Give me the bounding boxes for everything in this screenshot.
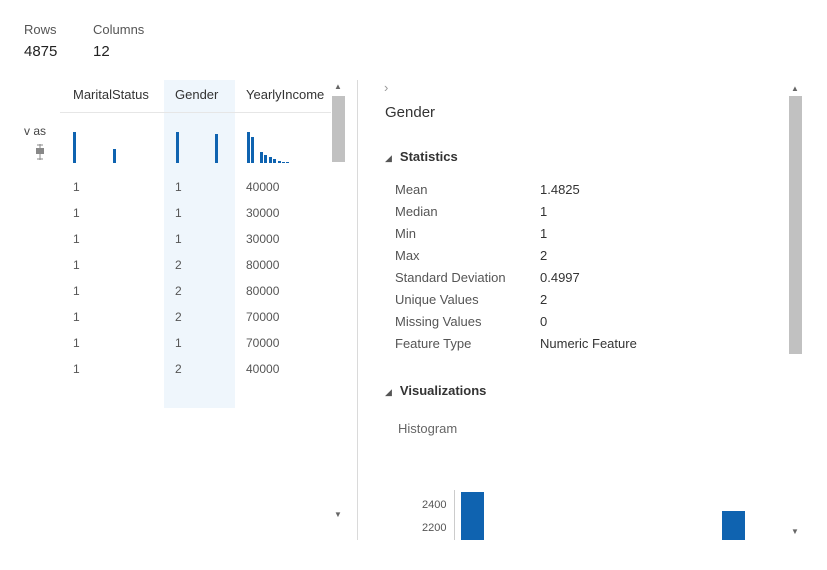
mini-bar [282, 162, 285, 163]
statistic-name: Unique Values [395, 292, 479, 307]
column-header-maritalstatus[interactable]: MaritalStatus [73, 87, 149, 102]
statistic-row: Mean 1.4825 [395, 182, 695, 202]
statistic-name: Max [395, 248, 420, 263]
rows-value: 4875 [24, 43, 58, 60]
gender-cell: 1 [175, 206, 182, 220]
visualizations-heading: Visualizations [399, 383, 487, 398]
mini-bar [215, 134, 218, 163]
scroll-down-icon[interactable]: ▼ [791, 528, 799, 536]
maritalstatus-cell: 1 [73, 258, 80, 272]
maritalstatus-cell: 1 [73, 336, 80, 350]
mini-bar [113, 149, 116, 163]
histogram-tick-label: 2400 [422, 499, 447, 511]
statistic-row: Max 2 [395, 248, 695, 268]
header-divider [60, 112, 331, 113]
statistic-row: Missing Values 0 [395, 314, 695, 334]
mini-bar [273, 159, 276, 163]
yearlyincome-cell: 70000 [246, 336, 280, 350]
maritalstatus-cell: 1 [73, 284, 80, 298]
statistic-name: Min [395, 226, 416, 241]
panel-scrollbar[interactable]: ▲ ▼ [788, 80, 803, 540]
panel-title: Gender [385, 104, 436, 121]
histogram-label: Histogram [398, 421, 458, 436]
statistic-row: Feature Type Numeric Feature [395, 336, 695, 356]
statistic-name: Mean [395, 182, 428, 197]
gender-cell: 2 [175, 258, 182, 272]
statistic-value: 2 [540, 248, 548, 263]
column-details-panel: › Gender ◢ Statistics Mean 1.4825 Median 1 Mi… [358, 80, 827, 540]
statistics-section-header[interactable]: ◢ Statistics [385, 149, 458, 164]
histogram-y-axis [454, 490, 455, 540]
mini-bar [73, 132, 76, 163]
yearlyincome-cell: 80000 [246, 258, 280, 272]
yearlyincome-cell: 70000 [246, 310, 280, 324]
yearlyincome-cell: 40000 [246, 362, 280, 376]
statistic-value: 0.4997 [540, 270, 580, 285]
statistic-value: 0 [540, 314, 548, 329]
visualizations-section-header[interactable]: ◢ Visualizations [385, 383, 486, 398]
mini-bar [260, 152, 263, 163]
maritalstatus-cell: 1 [73, 310, 80, 324]
gender-cell: 1 [175, 232, 182, 246]
grid-scrollbar[interactable]: ▲ ▼ [331, 80, 346, 524]
gender-cell: 2 [175, 284, 182, 298]
histogram-tick-label: 2200 [422, 522, 447, 534]
mini-bar [251, 137, 254, 163]
mini-bar [176, 132, 179, 163]
column-header-gender[interactable]: Gender [175, 87, 218, 102]
scroll-up-icon[interactable]: ▲ [791, 85, 799, 93]
mini-bar [286, 162, 289, 163]
scroll-up-icon[interactable]: ▲ [334, 83, 342, 91]
statistic-value: Numeric Feature [540, 336, 637, 351]
columns-stat: Columns 12 [93, 22, 144, 60]
rows-stat: Rows 4875 [24, 22, 57, 60]
statistic-name: Median [395, 204, 438, 219]
yearlyincome-cell: 30000 [246, 206, 280, 220]
maritalstatus-cell: 1 [73, 232, 80, 246]
chevron-right-icon[interactable]: › [384, 80, 388, 95]
statistic-name: Standard Deviation [395, 270, 506, 285]
mini-bar [269, 157, 272, 163]
gender-cell: 1 [175, 336, 182, 350]
statistic-name: Feature Type [395, 336, 472, 351]
collapse-triangle-icon: ◢ [385, 153, 392, 163]
histogram-bar[interactable] [461, 491, 484, 540]
truncated-row-header: v as [24, 124, 47, 138]
mini-bar [264, 155, 267, 163]
statistic-row: Min 1 [395, 226, 695, 246]
statistics-heading: Statistics [399, 149, 458, 164]
data-grid: v as MaritalStatus Gender YearlyIncome 1… [0, 80, 350, 540]
statistic-row: Standard Deviation 0.4997 [395, 270, 695, 290]
rows-label: Rows [24, 22, 57, 37]
mini-bar [247, 132, 250, 163]
maritalstatus-cell: 1 [73, 362, 80, 376]
statistic-row: Unique Values 2 [395, 292, 695, 312]
gender-cell: 2 [175, 310, 182, 324]
maritalstatus-cell: 1 [73, 206, 80, 220]
collapse-triangle-icon: ◢ [385, 387, 392, 397]
scroll-down-icon[interactable]: ▼ [334, 511, 342, 519]
statistic-value: 1 [540, 204, 548, 219]
columns-label: Columns [93, 22, 145, 37]
yearlyincome-cell: 30000 [246, 232, 280, 246]
statistic-name: Missing Values [395, 314, 482, 329]
boxplot-icon[interactable] [35, 144, 45, 165]
histogram-bar[interactable] [722, 511, 745, 540]
statistic-value: 1.4825 [540, 182, 580, 197]
statistic-value: 2 [540, 292, 548, 307]
columns-value: 12 [93, 43, 110, 60]
maritalstatus-cell: 1 [73, 180, 80, 194]
yearlyincome-cell: 80000 [246, 284, 280, 298]
panel-scrollbar-thumb[interactable] [789, 96, 802, 354]
gender-cell: 1 [175, 180, 182, 194]
statistic-value: 1 [540, 226, 548, 241]
yearlyincome-cell: 40000 [246, 180, 280, 194]
grid-scrollbar-thumb[interactable] [332, 96, 345, 162]
statistic-row: Median 1 [395, 204, 695, 224]
gender-cell: 2 [175, 362, 182, 376]
column-header-yearlyincome[interactable]: YearlyIncome [246, 87, 324, 102]
mini-bar [278, 161, 281, 163]
